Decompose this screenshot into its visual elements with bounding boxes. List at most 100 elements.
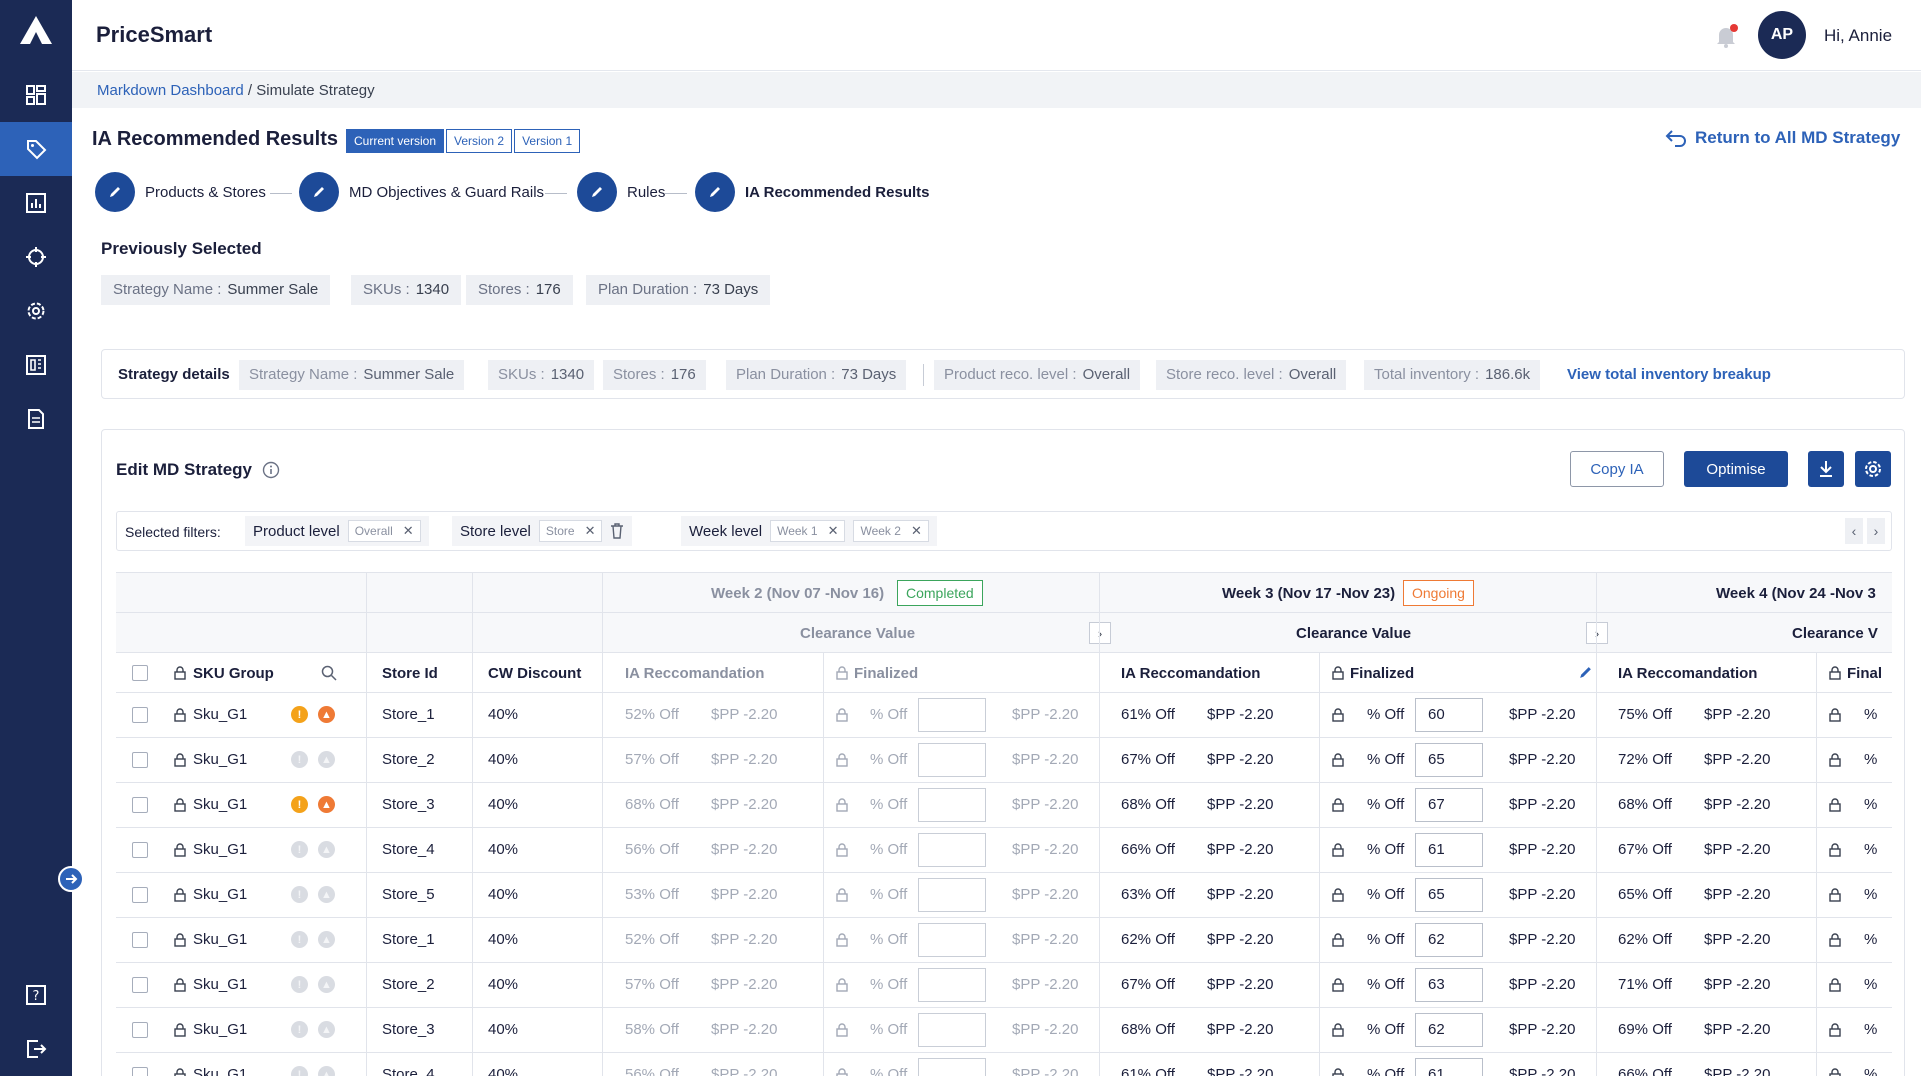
lock-icon[interactable] [1829,1023,1841,1037]
alert-triangle-icon[interactable]: ▲ [318,1021,335,1038]
sidebar-item-help[interactable]: ? [0,968,72,1022]
download-button[interactable] [1808,451,1844,487]
close-icon[interactable]: ✕ [828,523,839,539]
warning-indicator-icon[interactable]: ! [291,931,308,948]
w3-final-input[interactable]: 61 [1415,833,1483,867]
lock-icon[interactable] [174,1068,186,1076]
lock-icon[interactable] [1332,708,1344,722]
warning-indicator-icon[interactable]: ! [291,1066,308,1076]
w3-final-input[interactable]: 62 [1415,1013,1483,1047]
alert-triangle-icon[interactable]: ▲ [318,841,335,858]
select-all-checkbox[interactable] [132,665,148,681]
info-icon[interactable] [262,461,280,479]
lock-icon[interactable] [174,798,186,812]
version-current-button[interactable]: Current version [346,129,445,153]
lock-icon[interactable] [1829,1068,1841,1076]
lock-icon[interactable] [1332,933,1344,947]
lock-icon[interactable] [174,708,186,722]
step-products-stores[interactable]: Products & Stores [95,172,266,212]
w3-final-input[interactable]: 65 [1415,743,1483,777]
alert-triangle-icon[interactable]: ▲ [318,706,335,723]
w3-final-input[interactable]: 61 [1415,1058,1483,1076]
edit-pencil-icon[interactable] [1578,665,1593,680]
optimise-button[interactable]: Optimise [1684,451,1788,487]
lock-icon[interactable] [174,978,186,992]
sidebar-expand-button[interactable] [58,866,84,892]
w2-final-input[interactable] [918,698,986,732]
lock-icon[interactable] [1829,753,1841,767]
version-2-button[interactable]: Version 2 [446,129,513,153]
lock-icon[interactable] [1332,888,1344,902]
filter-scroll-left-button[interactable]: ‹ [1845,518,1863,544]
row-checkbox[interactable] [132,1067,148,1076]
lock-icon[interactable] [836,843,848,857]
row-checkbox[interactable] [132,707,148,723]
alert-triangle-icon[interactable]: ▲ [318,886,335,903]
lock-icon[interactable] [1332,978,1344,992]
lock-icon[interactable] [836,753,848,767]
warning-indicator-icon[interactable]: ! [291,886,308,903]
lock-icon[interactable] [836,1068,848,1076]
version-1-button[interactable]: Version 1 [514,129,581,153]
trash-icon[interactable] [610,523,624,539]
avatar[interactable]: AP [1758,11,1806,59]
lock-icon[interactable] [1332,798,1344,812]
sidebar-item-analytics[interactable] [0,338,72,392]
row-checkbox[interactable] [132,752,148,768]
warning-indicator-icon[interactable]: ! [291,706,308,723]
w2-final-input[interactable] [918,968,986,1002]
alert-triangle-icon[interactable]: ▲ [318,976,335,993]
lock-icon[interactable] [1829,843,1841,857]
sidebar-item-logout[interactable] [0,1022,72,1076]
w3-final-input[interactable]: 62 [1415,923,1483,957]
sidebar-item-dashboard[interactable] [0,68,72,122]
lock-icon[interactable] [1829,798,1841,812]
lock-icon[interactable] [174,933,186,947]
row-checkbox[interactable] [132,1022,148,1038]
lock-icon[interactable] [836,888,848,902]
alert-triangle-icon[interactable]: ▲ [318,751,335,768]
row-checkbox[interactable] [132,797,148,813]
filter-scroll-right-button[interactable]: › [1867,518,1885,544]
row-checkbox[interactable] [132,932,148,948]
lock-icon[interactable] [1829,708,1841,722]
w2-final-input[interactable] [918,788,986,822]
w2-final-input[interactable] [918,878,986,912]
lock-icon[interactable] [1332,1068,1344,1076]
week-2-expand-button[interactable]: › [1089,622,1111,644]
close-icon[interactable]: ✕ [403,523,414,539]
w3-final-input[interactable]: 63 [1415,968,1483,1002]
sidebar-item-markdown[interactable] [0,122,72,176]
alert-triangle-icon[interactable]: ▲ [318,931,335,948]
w3-final-input[interactable]: 67 [1415,788,1483,822]
sidebar-item-documents[interactable] [0,392,72,446]
lock-icon[interactable] [174,888,186,902]
alert-triangle-icon[interactable]: ▲ [318,796,335,813]
lock-icon[interactable] [1829,978,1841,992]
notification-bell-icon[interactable] [1712,22,1740,50]
warning-indicator-icon[interactable]: ! [291,976,308,993]
return-link[interactable]: Return to All MD Strategy [1665,128,1900,148]
table-settings-button[interactable] [1855,451,1891,487]
sidebar-item-target[interactable] [0,230,72,284]
step-rules[interactable]: Rules [577,172,665,212]
warning-indicator-icon[interactable]: ! [291,796,308,813]
sidebar-item-reports[interactable] [0,176,72,230]
copy-ia-button[interactable]: Copy IA [1570,451,1664,487]
w2-final-input[interactable] [918,833,986,867]
week-3-expand-button[interactable]: › [1586,622,1608,644]
warning-indicator-icon[interactable]: ! [291,751,308,768]
view-inventory-breakup-link[interactable]: View total inventory breakup [1567,366,1771,383]
row-checkbox[interactable] [132,842,148,858]
sidebar-item-settings[interactable] [0,284,72,338]
lock-icon[interactable] [174,753,186,767]
lock-icon[interactable] [836,708,848,722]
w3-final-input[interactable]: 65 [1415,878,1483,912]
close-icon[interactable]: ✕ [911,523,922,539]
w2-final-input[interactable] [918,1013,986,1047]
lock-icon[interactable] [1332,1023,1344,1037]
lock-icon[interactable] [174,1023,186,1037]
step-ia-results[interactable]: IA Recommended Results [695,172,930,212]
lock-icon[interactable] [1829,888,1841,902]
breadcrumb-link-dashboard[interactable]: Markdown Dashboard [97,82,244,99]
